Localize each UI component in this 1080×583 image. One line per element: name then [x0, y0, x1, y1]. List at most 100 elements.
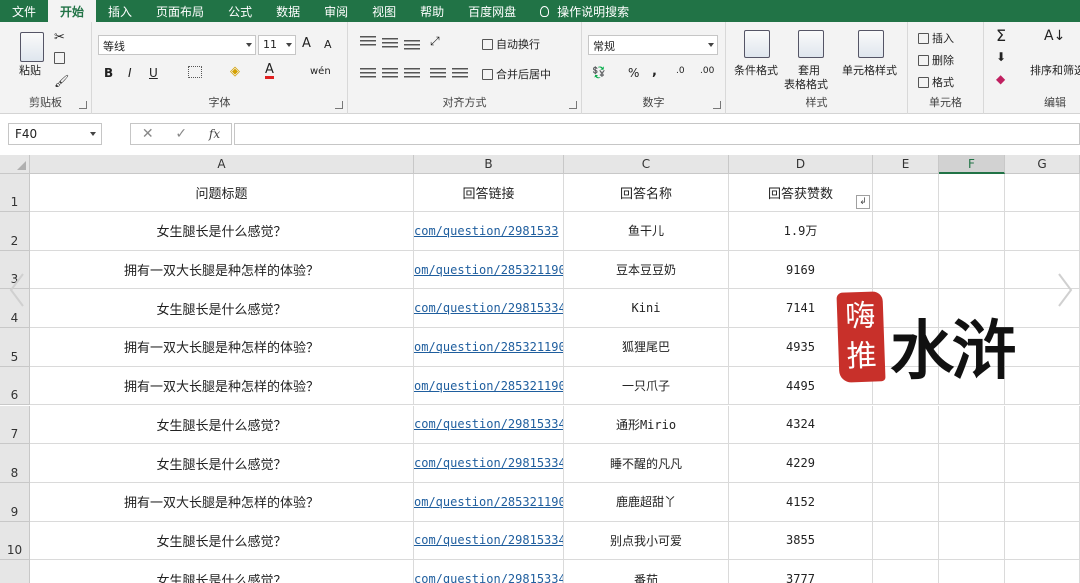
- fill-icon[interactable]: ⬇: [996, 50, 1006, 64]
- row-header[interactable]: 6: [0, 366, 30, 406]
- paste-button[interactable]: 粘贴: [19, 62, 41, 78]
- empty-cell[interactable]: [939, 482, 1005, 522]
- format-as-table-button-line2[interactable]: 表格格式: [784, 76, 828, 92]
- tab-help[interactable]: 帮助: [408, 0, 456, 22]
- borders-icon[interactable]: [188, 66, 202, 78]
- align-bottom-icon[interactable]: [404, 40, 420, 52]
- decrease-indent-icon[interactable]: [430, 68, 446, 80]
- empty-cell[interactable]: [1005, 444, 1080, 483]
- row-header[interactable]: 5: [0, 328, 30, 367]
- decrease-decimal-icon[interactable]: .00: [700, 66, 714, 76]
- column-header-b[interactable]: B: [414, 155, 564, 174]
- formula-input[interactable]: [234, 123, 1080, 145]
- table-cell-a[interactable]: 拥有一双大长腿是种怎样的体验？: [30, 482, 414, 522]
- wrap-text-button[interactable]: 自动换行: [482, 36, 540, 52]
- empty-cell[interactable]: [873, 482, 939, 522]
- empty-cell[interactable]: [1005, 328, 1080, 367]
- align-left-icon[interactable]: [360, 68, 376, 80]
- column-header-a[interactable]: A: [30, 155, 414, 174]
- empty-cell[interactable]: [939, 250, 1005, 290]
- table-cell-a[interactable]: 拥有一双大长腿是种怎样的体验？: [30, 328, 414, 367]
- table-cell-d[interactable]: 4324: [729, 405, 873, 445]
- comma-button[interactable]: ,: [652, 64, 657, 79]
- empty-cell[interactable]: [939, 444, 1005, 483]
- empty-cell[interactable]: [1005, 174, 1080, 212]
- tab-file[interactable]: 文件: [0, 0, 48, 22]
- table-cell-a[interactable]: 女生腿长是什么感觉？: [30, 444, 414, 483]
- empty-cell[interactable]: [1005, 482, 1080, 522]
- table-cell-b[interactable]: com/question/29815334/: [414, 560, 564, 583]
- cell-styles-button[interactable]: 单元格样式: [842, 62, 897, 78]
- empty-cell[interactable]: [873, 444, 939, 483]
- sort-filter-icon[interactable]: A↓: [1044, 28, 1065, 44]
- align-top-icon[interactable]: [360, 36, 376, 48]
- row-header[interactable]: 7: [0, 405, 30, 445]
- name-box[interactable]: F40: [8, 123, 102, 145]
- empty-cell[interactable]: [1005, 560, 1080, 583]
- table-cell-a[interactable]: 女生腿长是什么感觉？: [30, 289, 414, 329]
- header-cell-c[interactable]: 回答名称: [564, 174, 729, 212]
- empty-cell[interactable]: [939, 405, 1005, 445]
- row-header[interactable]: 9: [0, 482, 30, 522]
- table-cell-a[interactable]: 拥有一双大长腿是种怎样的体验？: [30, 366, 414, 406]
- empty-cell[interactable]: [873, 521, 939, 561]
- header-cell-a[interactable]: 问题标题: [30, 174, 414, 212]
- table-cell-a[interactable]: 女生腿长是什么感觉？: [30, 521, 414, 561]
- conditional-formatting-button[interactable]: 条件格式: [734, 62, 778, 78]
- tab-formulas[interactable]: 公式: [216, 0, 264, 22]
- table-cell-c[interactable]: Kini: [564, 289, 729, 329]
- empty-cell[interactable]: [873, 405, 939, 445]
- percent-button[interactable]: %: [628, 66, 639, 80]
- number-launcher-icon[interactable]: [713, 101, 721, 109]
- row-header[interactable]: 1: [0, 174, 30, 212]
- clear-icon[interactable]: ◆: [996, 72, 1005, 86]
- row-header[interactable]: 10: [0, 521, 30, 561]
- prev-arrow-icon[interactable]: [8, 272, 26, 308]
- table-cell-d[interactable]: 4229: [729, 444, 873, 483]
- shrink-font-button[interactable]: A: [324, 38, 332, 51]
- font-name-select[interactable]: 等线: [98, 35, 256, 55]
- empty-cell[interactable]: [1005, 405, 1080, 445]
- table-cell-a[interactable]: 女生腿长是什么感觉？: [30, 212, 414, 251]
- empty-cell[interactable]: [939, 174, 1005, 212]
- copy-icon[interactable]: [54, 52, 65, 64]
- table-cell-c[interactable]: 通形Mirio: [564, 405, 729, 445]
- tab-page-layout[interactable]: 页面布局: [144, 0, 216, 22]
- bold-button[interactable]: B: [104, 66, 113, 80]
- table-cell-a[interactable]: 女生腿长是什么感觉？: [30, 560, 414, 583]
- row-header[interactable]: 8: [0, 444, 30, 483]
- cancel-icon[interactable]: ✕: [142, 126, 154, 142]
- table-cell-d[interactable]: 4152: [729, 482, 873, 522]
- phonetic-icon[interactable]: wén: [310, 66, 331, 77]
- column-header-f[interactable]: F: [939, 155, 1005, 174]
- filter-dropdown-icon[interactable]: ↲: [856, 195, 870, 209]
- font-color-icon[interactable]: A: [265, 63, 274, 79]
- table-cell-b[interactable]: om/question/285321190/: [414, 482, 564, 522]
- enter-icon[interactable]: ✓: [175, 126, 187, 142]
- table-cell-b[interactable]: om/question/285321190/: [414, 328, 564, 367]
- empty-cell[interactable]: [1005, 212, 1080, 251]
- tab-review[interactable]: 审阅: [312, 0, 360, 22]
- cut-icon[interactable]: ✂: [54, 30, 65, 45]
- delete-cells-button[interactable]: 删除: [918, 52, 954, 68]
- empty-cell[interactable]: [939, 560, 1005, 583]
- empty-cell[interactable]: [873, 212, 939, 251]
- currency-icon[interactable]: 💱: [592, 66, 606, 79]
- header-cell-b[interactable]: 回答链接: [414, 174, 564, 212]
- font-launcher-icon[interactable]: [335, 101, 343, 109]
- insert-cells-button[interactable]: 插入: [918, 30, 954, 46]
- table-cell-c[interactable]: 狐狸尾巴: [564, 328, 729, 367]
- alignment-launcher-icon[interactable]: [569, 101, 577, 109]
- empty-cell[interactable]: [873, 560, 939, 583]
- empty-cell[interactable]: [1005, 521, 1080, 561]
- column-header-c[interactable]: C: [564, 155, 729, 174]
- table-cell-b[interactable]: com/question/29815334/: [414, 289, 564, 329]
- tab-view[interactable]: 视图: [360, 0, 408, 22]
- tab-baidu-netdisk[interactable]: 百度网盘: [456, 0, 528, 22]
- grow-font-button[interactable]: A: [302, 36, 311, 51]
- tab-home[interactable]: 开始: [48, 0, 97, 22]
- table-cell-a[interactable]: 拥有一双大长腿是种怎样的体验？: [30, 250, 414, 290]
- table-cell-a[interactable]: 女生腿长是什么感觉？: [30, 405, 414, 445]
- format-cells-button[interactable]: 格式: [918, 74, 954, 90]
- table-cell-d[interactable]: 3777: [729, 560, 873, 583]
